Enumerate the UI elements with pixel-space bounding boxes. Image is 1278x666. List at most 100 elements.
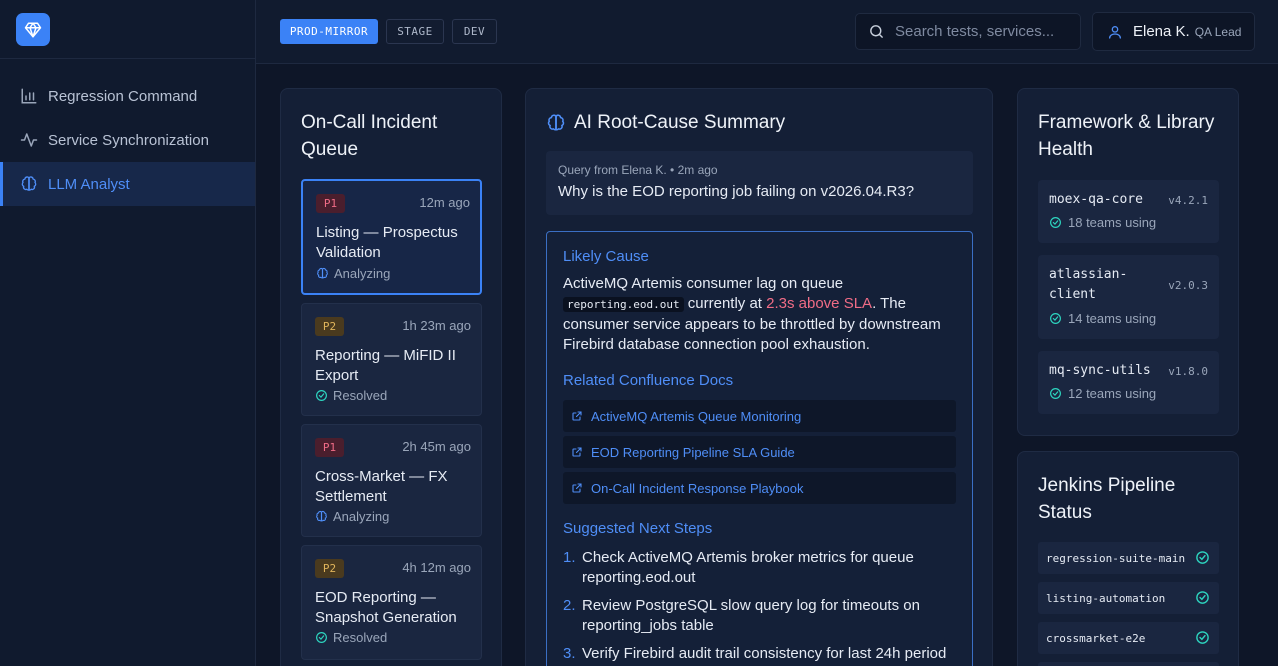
library-card[interactable]: moex-qa-core v4.2.1 18 teams using [1038, 180, 1219, 243]
doc-label: On-Call Incident Response Playbook [591, 480, 804, 496]
library-name: atlassian-client [1049, 267, 1128, 302]
sidebar-item-label: Regression Command [48, 87, 198, 105]
bar-chart-icon [20, 87, 38, 105]
step-text: Verify Firebird audit trail consistency … [582, 645, 947, 662]
next-step-item: 2. Review PostgreSQL slow query log for … [563, 596, 953, 636]
check-circle-icon [315, 389, 328, 402]
incident-card[interactable]: P2 1h 23m ago Reporting — MiFID II Expor… [301, 303, 482, 416]
library-usage-label: 18 teams using [1068, 215, 1157, 230]
check-circle-icon [1195, 550, 1210, 565]
incident-title: Listing — Prospectus Validation [316, 224, 458, 261]
check-circle-icon [1049, 312, 1062, 325]
incident-title: Reporting — MiFID II Export [315, 347, 456, 384]
incident-time: 2h 45m ago [402, 439, 471, 454]
incident-time: 4h 12m ago [402, 560, 471, 575]
sidebar-item-regression-command[interactable]: Regression Command [0, 74, 255, 118]
incident-status-label: Resolved [333, 388, 388, 403]
sidebar-item-llm-analyst[interactable]: LLM Analyst [0, 162, 255, 206]
check-circle-icon [1195, 630, 1210, 645]
check-circle-icon [1049, 216, 1062, 229]
sidebar-item-service-synchronization[interactable]: Service Synchronization [0, 118, 255, 162]
step-text: Check ActiveMQ Artemis broker metrics fo… [582, 549, 914, 586]
library-usage: 18 teams using [1049, 215, 1156, 230]
likely-cause-heading: Likely Cause [563, 248, 649, 265]
step-number: 2. [563, 597, 576, 614]
pipeline-name: regression-suite-main [1046, 551, 1186, 565]
external-link-icon [571, 482, 583, 494]
doc-label: ActiveMQ Artemis Queue Monitoring [591, 408, 802, 424]
priority-badge: P1 [316, 194, 345, 213]
next-step-item: 3. Verify Firebird audit trail consisten… [563, 644, 953, 664]
library-usage: 12 teams using [1049, 386, 1156, 401]
jenkins-pipeline-title: Jenkins Pipeline Status [1038, 475, 1176, 523]
query-text: Why is the EOD reporting job failing on … [558, 183, 915, 200]
incident-status-label: Resolved [333, 630, 388, 645]
priority-badge: P1 [315, 438, 344, 457]
incident-status-label: Analyzing [333, 509, 390, 524]
ai-summary-panel: AI Root-Cause Summary Query from Elena K… [525, 88, 993, 666]
user-icon [1107, 24, 1123, 40]
brain-icon [20, 175, 38, 193]
pipeline-name: crossmarket-e2e [1046, 631, 1146, 645]
library-name: mq-sync-utils [1049, 363, 1151, 378]
check-circle-icon [315, 631, 328, 644]
sidebar-item-label: LLM Analyst [48, 175, 130, 193]
step-text: Review PostgreSQL slow query log for tim… [582, 597, 920, 634]
step-number: 3. [563, 645, 576, 662]
docs-heading: Related Confluence Docs [563, 372, 734, 389]
library-name: moex-qa-core [1049, 192, 1143, 207]
sidebar: Regression Command Service Synchronizati… [0, 0, 256, 666]
logo-row [0, 0, 255, 59]
env-tab-stage[interactable]: STAGE [386, 19, 444, 44]
library-health-panel: Framework & Library Health moex-qa-core … [1017, 88, 1239, 436]
pipeline-row[interactable]: listing-automation [1038, 582, 1219, 614]
pipeline-row[interactable]: regression-suite-main [1038, 542, 1219, 574]
top-header: PROD-MIRROR STAGE DEV Elena K. QA Lead [256, 0, 1278, 64]
incident-queue-panel: On-Call Incident Queue P1 12m ago Listin… [280, 88, 502, 666]
library-card[interactable]: atlassian-client v2.0.3 14 teams using [1038, 255, 1219, 339]
brain-icon [315, 510, 328, 523]
pipeline-name: listing-automation [1046, 591, 1166, 605]
sla-highlight: 2.3s above SLA [766, 295, 873, 312]
incident-title: Cross-Market — FX Settlement [315, 468, 448, 505]
confluence-doc-link[interactable]: On-Call Incident Response Playbook [563, 472, 956, 504]
env-tab-dev[interactable]: DEV [452, 19, 497, 44]
incident-status: Resolved [315, 388, 387, 403]
ai-summary-title: AI Root-Cause Summary [574, 112, 786, 133]
user-menu[interactable]: Elena K. QA Lead [1092, 12, 1255, 51]
incident-card[interactable]: P1 2h 45m ago Cross-Market — FX Settleme… [301, 424, 482, 537]
incident-status: Analyzing [315, 509, 389, 524]
confluence-doc-link[interactable]: ActiveMQ Artemis Queue Monitoring [563, 400, 956, 432]
doc-label: EOD Reporting Pipeline SLA Guide [591, 444, 795, 460]
step-number: 1. [563, 549, 576, 566]
incident-title: EOD Reporting — Snapshot Generation [315, 589, 457, 626]
queue-code: reporting.eod.out [563, 297, 684, 312]
ai-answer: Likely Cause ActiveMQ Artemis consumer l… [546, 231, 973, 666]
search-input[interactable] [895, 23, 1075, 40]
confluence-doc-link[interactable]: EOD Reporting Pipeline SLA Guide [563, 436, 956, 468]
next-steps-heading: Suggested Next Steps [563, 520, 713, 537]
priority-badge: P2 [315, 559, 344, 578]
diamond-icon [24, 22, 42, 37]
priority-badge: P2 [315, 317, 344, 336]
check-circle-icon [1049, 387, 1062, 400]
pipeline-row[interactable] [1038, 662, 1219, 666]
library-card[interactable]: mq-sync-utils v1.8.0 12 teams using [1038, 351, 1219, 414]
app-logo[interactable] [16, 13, 50, 46]
env-tab-prod-mirror[interactable]: PROD-MIRROR [280, 19, 378, 44]
incident-card[interactable]: P2 4h 12m ago EOD Reporting — Snapshot G… [301, 545, 482, 660]
library-usage-label: 14 teams using [1068, 311, 1157, 326]
pipeline-row[interactable]: crossmarket-e2e [1038, 622, 1219, 654]
incident-queue-title: On-Call Incident Queue [301, 112, 438, 160]
sidebar-nav: Regression Command Service Synchronizati… [0, 59, 255, 206]
incident-status-label: Analyzing [334, 266, 391, 281]
library-version: v2.0.3 [1168, 279, 1208, 292]
incident-card[interactable]: P1 12m ago Listing — Prospectus Validati… [301, 179, 482, 295]
brain-icon [316, 267, 329, 280]
incident-status: Resolved [315, 630, 387, 645]
activity-icon [20, 131, 38, 149]
next-step-item: 1. Check ActiveMQ Artemis broker metrics… [563, 548, 953, 588]
cause-pre: ActiveMQ Artemis consumer lag on queue [563, 275, 844, 292]
sidebar-item-label: Service Synchronization [48, 131, 209, 149]
external-link-icon [571, 446, 583, 458]
